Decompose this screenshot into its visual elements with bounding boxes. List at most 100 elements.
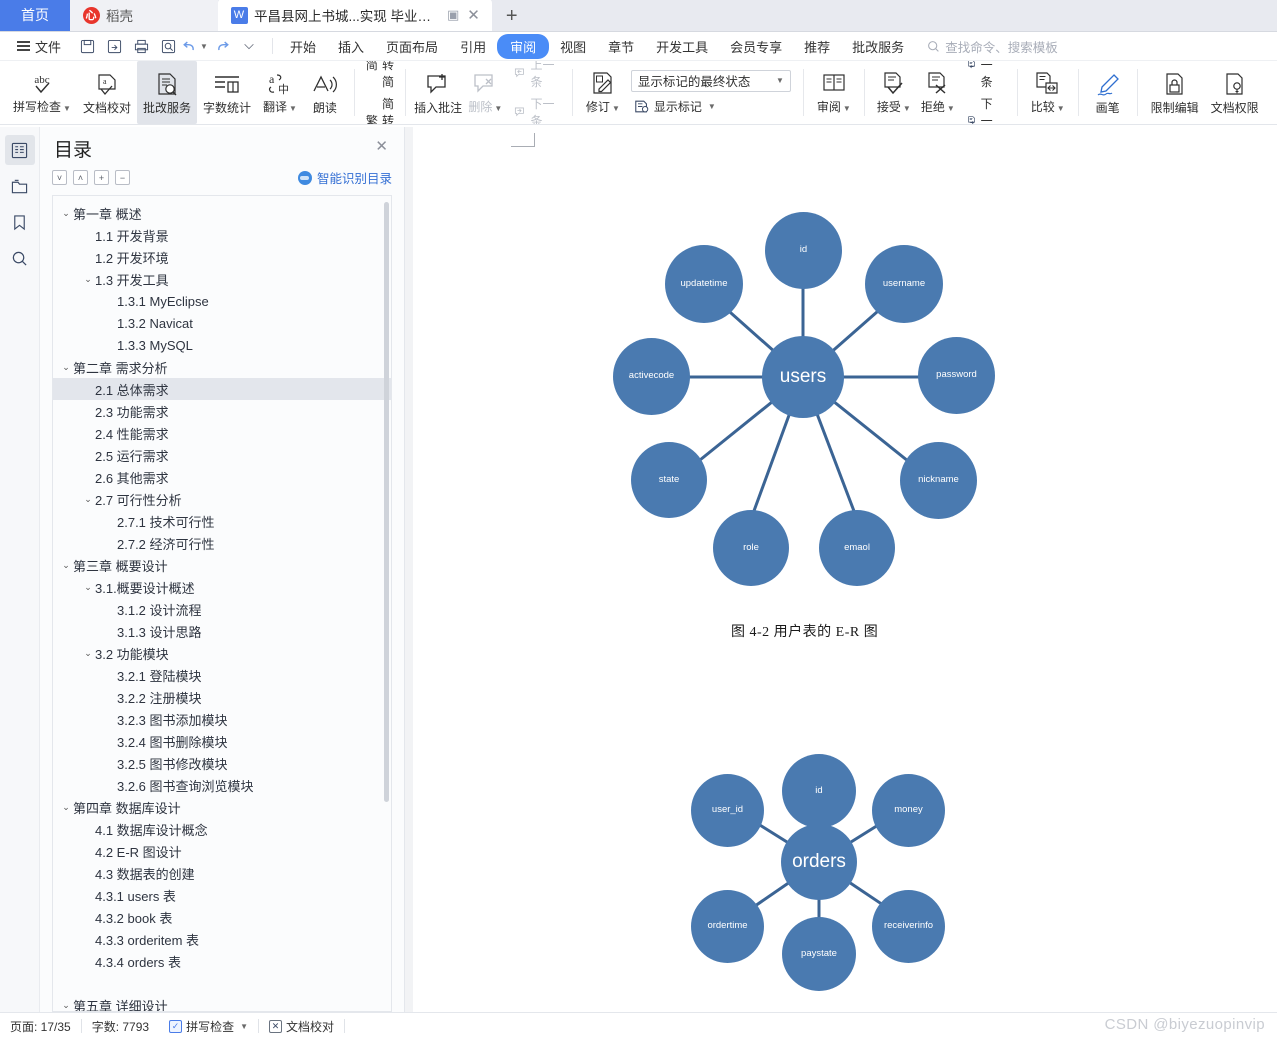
document-page[interactable]: users id username password nickname emao…: [413, 127, 1277, 1012]
toc-item[interactable]: ⌄ 3.2 功能模块: [53, 642, 391, 664]
toc-item[interactable]: 2.1 总体需求: [53, 378, 391, 400]
chevron-down-icon[interactable]: ⌄: [81, 648, 95, 659]
menu-item-view[interactable]: 视图: [549, 34, 597, 59]
toc-item[interactable]: 4.3.3 orderitem 表: [53, 928, 391, 950]
save-as-icon[interactable]: [101, 35, 127, 58]
chevron-down-icon[interactable]: ⌄: [59, 208, 73, 219]
rail-outline-button[interactable]: [4, 135, 35, 165]
toc-item[interactable]: 2.5 运行需求: [53, 444, 391, 466]
spell-check-button[interactable]: abc 拼写检查 ▼: [7, 61, 77, 124]
toc-item[interactable]: 3.2.5 图书修改模块: [53, 752, 391, 774]
expand-down-icon[interactable]: ˅: [52, 170, 67, 185]
toc-item[interactable]: 1.1 开发背景: [53, 224, 391, 246]
close-icon[interactable]: ✕: [467, 6, 480, 24]
chevron-down-icon[interactable]: ▼: [947, 104, 955, 113]
accept-change-button[interactable]: 接受 ▼: [872, 61, 916, 124]
toc-item[interactable]: 4.3.2 book 表: [53, 906, 391, 928]
document-truncated-button[interactable]: 文: [1265, 61, 1277, 124]
menu-item-insert[interactable]: 插入: [327, 34, 375, 59]
next-comment-button[interactable]: 下一条: [511, 94, 561, 124]
redo-icon[interactable]: [209, 35, 235, 58]
word-count-indicator[interactable]: 字数: 7793: [82, 1018, 159, 1035]
command-search[interactable]: 查找命令、搜索模板: [927, 37, 1058, 56]
smart-toc-button[interactable]: 智能识别目录: [297, 168, 392, 187]
word-count-button[interactable]: 字数统计: [197, 61, 257, 124]
print-preview-icon[interactable]: [155, 35, 181, 58]
collapse-up-icon[interactable]: ˄: [73, 170, 88, 185]
toc-item[interactable]: ⌄ 第五章 详细设计: [53, 994, 391, 1012]
save-icon[interactable]: [74, 35, 100, 58]
tab-document[interactable]: W 平昌县网上书城...实现 毕业论文 ▣ ✕: [218, 0, 492, 31]
chevron-down-icon[interactable]: ▼: [63, 104, 71, 113]
next-change-button[interactable]: 下一条: [964, 94, 1006, 124]
chevron-down-icon[interactable]: ⌄: [81, 494, 95, 505]
tab-home[interactable]: 首页: [0, 0, 70, 31]
menu-item-recommend[interactable]: 推荐: [793, 34, 841, 59]
document-area[interactable]: users id username password nickname emao…: [405, 127, 1277, 1012]
toc-item[interactable]: 1.2 开发环境: [53, 246, 391, 268]
toc-list[interactable]: ⌄ 第一章 概述 1.1 开发背景 1.2 开发环境 ⌄ 1.3 开发工具 1.3.1 My…: [53, 196, 391, 1011]
show-markup-button[interactable]: 显示标记 ▼: [631, 97, 791, 116]
trad-to-simp-button[interactable]: 简 繁转简: [363, 61, 397, 91]
toc-item[interactable]: 1.3.2 Navicat: [53, 312, 391, 334]
menu-item-review[interactable]: 审阅: [497, 33, 550, 59]
toc-item[interactable]: 3.2.3 图书添加模块: [53, 708, 391, 730]
menu-item-references[interactable]: 引用: [449, 34, 497, 59]
file-menu-button[interactable]: 文件: [8, 37, 70, 56]
toc-item[interactable]: 3.2.1 登陆模块: [53, 664, 391, 686]
markup-state-select[interactable]: 显示标记的最终状态 ▼: [630, 69, 791, 92]
toc-item[interactable]: 4.2 E-R 图设计: [53, 840, 391, 862]
toc-item[interactable]: 3.1.3 设计思路: [53, 620, 391, 642]
chevron-down-icon[interactable]: ▼: [843, 104, 851, 113]
pen-button[interactable]: 画笔: [1086, 61, 1130, 124]
toc-item[interactable]: 2.4 性能需求: [53, 422, 391, 444]
menu-item-correction-service[interactable]: 批改服务: [841, 34, 915, 59]
chevron-down-icon[interactable]: ▼: [494, 104, 502, 113]
document-proof-button[interactable]: a 文档校对: [77, 61, 137, 124]
document-permission-button[interactable]: 文档权限: [1205, 61, 1265, 124]
present-monitor-icon[interactable]: ▣: [447, 7, 459, 23]
toc-item[interactable]: ⌄ 1.3 开发工具: [53, 268, 391, 290]
menu-item-section[interactable]: 章节: [597, 34, 645, 59]
chevron-down-icon[interactable]: ▼: [903, 104, 911, 113]
expand-all-icon[interactable]: +: [94, 170, 109, 185]
correction-service-button[interactable]: 批改服务: [136, 61, 197, 124]
compare-button[interactable]: 比较 ▼: [1025, 61, 1071, 124]
toc-item[interactable]: 4.1 数据库设计概念: [53, 818, 391, 840]
reject-change-button[interactable]: 拒绝 ▼: [916, 61, 960, 124]
toc-item[interactable]: ⌄ 第四章 数据库设计: [53, 796, 391, 818]
page-indicator[interactable]: 页面: 17/35: [0, 1018, 81, 1035]
chevron-down-icon[interactable]: ▼: [612, 104, 620, 113]
toc-item[interactable]: 2.7.2 经济可行性: [53, 532, 391, 554]
toc-item[interactable]: 4.3 数据表的创建: [53, 862, 391, 884]
chevron-down-icon[interactable]: ▼: [708, 102, 716, 111]
toc-item[interactable]: 4.3.4 orders 表: [53, 950, 391, 972]
toc-item[interactable]: 1.3.1 MyEclipse: [53, 290, 391, 312]
delete-comment-button[interactable]: 删除 ▼: [463, 61, 507, 124]
spell-check-status-button[interactable]: ✓ 拼写检查 ▼: [159, 1018, 258, 1035]
rail-thumbnail-button[interactable]: [5, 171, 35, 201]
collapse-all-icon[interactable]: −: [115, 170, 130, 185]
toc-item[interactable]: 3.2.4 图书删除模块: [53, 730, 391, 752]
toc-item[interactable]: ⌄ 2.7 可行性分析: [53, 488, 391, 510]
toc-item[interactable]: 3.1.2 设计流程: [53, 598, 391, 620]
toc-item[interactable]: 2.6 其他需求: [53, 466, 391, 488]
menu-item-start[interactable]: 开始: [279, 34, 327, 59]
customize-qat-icon[interactable]: [236, 35, 262, 58]
toc-item[interactable]: 2.3 功能需求: [53, 400, 391, 422]
close-icon[interactable]: ✕: [371, 135, 392, 157]
prev-change-button[interactable]: 上一条: [964, 61, 1006, 91]
new-tab-button[interactable]: +: [492, 1, 532, 31]
track-changes-button[interactable]: 修订 ▼: [580, 61, 626, 124]
insert-comment-button[interactable]: 插入批注: [413, 61, 463, 124]
toc-item[interactable]: 3.2.2 注册模块: [53, 686, 391, 708]
toc-scrollbar[interactable]: [384, 202, 389, 802]
toc-item[interactable]: ⌄ 3.1.概要设计概述: [53, 576, 391, 598]
read-aloud-button[interactable]: 朗读: [303, 61, 347, 124]
restrict-editing-button[interactable]: 限制编辑: [1145, 61, 1205, 124]
print-icon[interactable]: [128, 35, 154, 58]
chevron-down-icon[interactable]: ▼: [240, 1022, 248, 1031]
rail-bookmark-button[interactable]: [5, 207, 35, 237]
undo-icon[interactable]: ▼: [182, 35, 208, 58]
chevron-down-icon[interactable]: ⌄: [59, 802, 73, 813]
